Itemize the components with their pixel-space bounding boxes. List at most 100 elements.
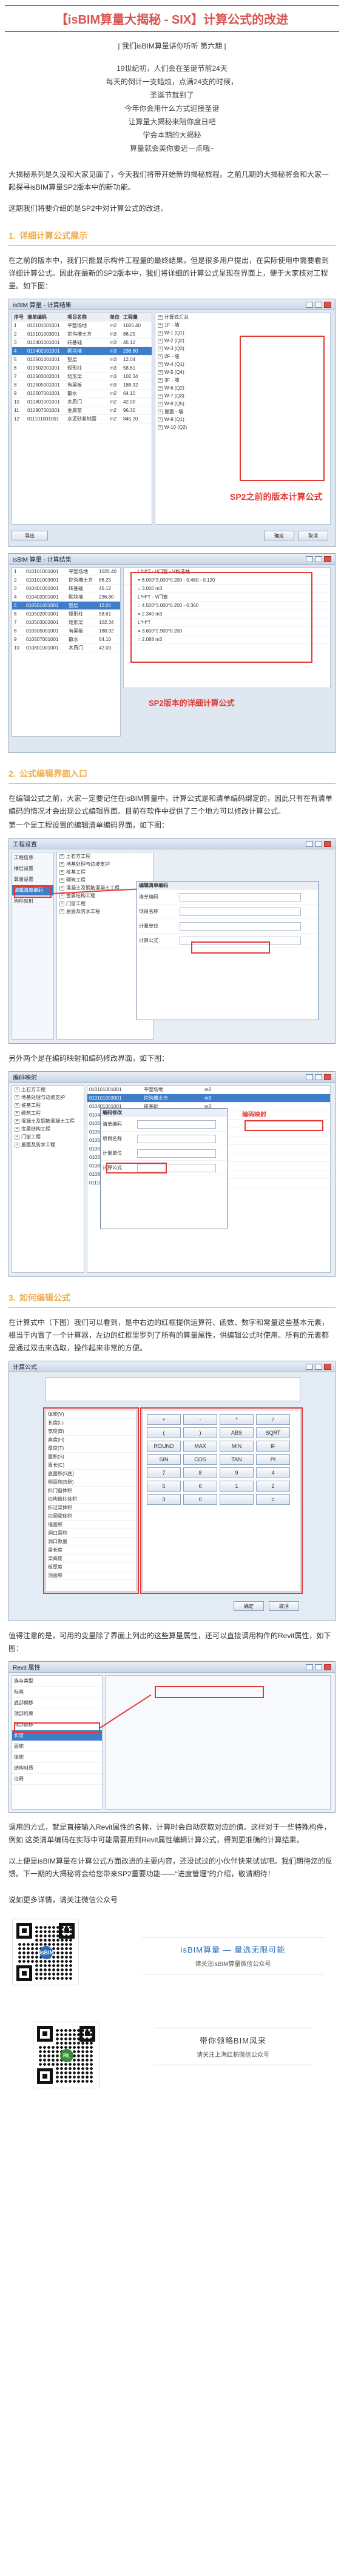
table-row[interactable]: 1 010101001001 平整场地 m2 1025.40 — [12, 322, 152, 330]
table-row[interactable]: 3 010401001001 砖基础 m3 45.12 — [12, 339, 152, 347]
field-input[interactable] — [137, 1120, 216, 1129]
table-row[interactable]: 5 010501001001 垫层 m3 12.04 — [12, 356, 152, 364]
expand-icon[interactable]: + — [15, 1110, 19, 1116]
property-row[interactable]: 顶部约束 — [12, 1708, 102, 1719]
expand-icon[interactable]: + — [158, 338, 163, 344]
tree-item[interactable]: + 计算式汇总 — [155, 313, 330, 321]
expand-icon[interactable]: + — [158, 354, 163, 359]
field-input[interactable] — [180, 921, 301, 931]
expand-icon[interactable]: + — [59, 861, 64, 867]
settings-nav-item[interactable]: 楼层设置 — [12, 863, 53, 874]
expand-icon[interactable]: + — [158, 370, 163, 375]
minimize-icon[interactable] — [306, 1664, 313, 1670]
minimize-icon[interactable] — [306, 1074, 313, 1080]
maximize-icon[interactable] — [315, 1664, 322, 1670]
table-row[interactable]: 010101001001 平整场地 m2 — [87, 1086, 330, 1094]
table-row[interactable]: 6 010502001001 矩形柱 m3 58.61 — [12, 364, 152, 373]
tree-item[interactable]: + 桩基工程 — [12, 1101, 84, 1109]
field-input[interactable] — [137, 1134, 216, 1143]
expand-icon[interactable]: + — [15, 1134, 19, 1140]
expand-icon[interactable]: + — [158, 330, 163, 336]
table-row[interactable]: 7 010503002001 矩形梁 102.34 — [12, 619, 120, 627]
minimize-icon[interactable] — [306, 301, 313, 308]
property-row[interactable]: 结构材质 — [12, 1763, 102, 1774]
close-icon[interactable] — [324, 1074, 331, 1080]
expand-icon[interactable]: + — [158, 425, 163, 430]
table-row[interactable]: 1 010101001001 平整场地 1025.40 — [12, 568, 120, 576]
table-row[interactable]: 010101003001 挖沟槽土方 m3 — [87, 1094, 330, 1103]
close-icon[interactable] — [324, 1664, 331, 1670]
tree-item[interactable]: + 地基处理与边坡支护 — [12, 1094, 84, 1101]
maximize-icon[interactable] — [315, 840, 322, 847]
table-row[interactable]: 3 010401001001 砖基础 45.12 — [12, 585, 120, 593]
table-row[interactable]: 5 010501001001 垫层 12.04 — [12, 602, 120, 610]
expand-icon[interactable]: + — [15, 1103, 19, 1108]
formula-input[interactable] — [46, 1377, 300, 1401]
table-row[interactable]: 6 010502001001 矩形柱 58.61 — [12, 610, 120, 619]
tree-item[interactable]: + 门窗工程 — [12, 1133, 84, 1141]
table-row[interactable]: 7 010503002001 矩形梁 m3 102.34 — [12, 373, 152, 381]
tree-item[interactable]: + 混凝土及钢筋混凝土工程 — [12, 1117, 84, 1125]
table-row[interactable]: 10 010801001001 木质门 42.00 — [12, 644, 120, 652]
table-row[interactable]: 8 010505001001 有梁板 m3 188.92 — [12, 381, 152, 390]
expand-icon[interactable]: + — [158, 314, 163, 320]
expand-icon[interactable]: + — [158, 417, 163, 422]
property-row[interactable]: 面积 — [12, 1741, 102, 1752]
table-row[interactable]: 2 010101003001 挖沟槽土方 86.25 — [12, 576, 120, 585]
table-row[interactable]: 9 010507001001 散水 64.10 — [12, 636, 120, 644]
expand-icon[interactable]: + — [59, 854, 64, 859]
expand-icon[interactable]: + — [15, 1087, 19, 1092]
expand-icon[interactable]: + — [15, 1095, 19, 1100]
expand-icon[interactable]: + — [15, 1118, 19, 1124]
table-row[interactable]: 12 011101001001 水泥砂浆地面 m2 845.20 — [12, 415, 152, 423]
table-row[interactable]: 9 010507001001 散水 m2 64.10 — [12, 390, 152, 398]
tree-item[interactable]: + 土石方工程 — [57, 852, 153, 860]
field-input[interactable] — [180, 907, 301, 916]
expand-icon[interactable]: + — [158, 385, 163, 391]
export-button[interactable]: 导出 — [12, 531, 48, 540]
table-row[interactable]: 8 010505001001 有梁板 188.92 — [12, 627, 120, 636]
field-input[interactable] — [180, 892, 301, 901]
ok-button[interactable]: 确定 — [234, 1601, 264, 1611]
expand-icon[interactable]: + — [158, 401, 163, 407]
expand-icon[interactable]: + — [158, 409, 163, 414]
maximize-icon[interactable] — [315, 1363, 322, 1370]
close-icon[interactable] — [324, 301, 331, 308]
expand-icon[interactable]: + — [158, 322, 163, 328]
expand-icon[interactable]: + — [59, 885, 64, 891]
table-row[interactable]: 2 010101003001 挖沟槽土方 m3 86.25 — [12, 330, 152, 339]
expand-icon[interactable]: + — [158, 393, 163, 399]
minimize-icon[interactable] — [306, 840, 313, 847]
minimize-icon[interactable] — [306, 1363, 313, 1370]
property-row[interactable]: 体积 — [12, 1752, 102, 1763]
property-row[interactable]: 族与类型 — [12, 1676, 102, 1687]
table-row[interactable]: 10 010801001001 木质门 m2 42.00 — [12, 398, 152, 407]
expand-icon[interactable]: + — [15, 1142, 19, 1147]
property-row[interactable]: 注释 — [12, 1774, 102, 1785]
property-row[interactable]: 标高 — [12, 1687, 102, 1698]
close-icon[interactable] — [324, 840, 331, 847]
tree-item[interactable]: + 金属结构工程 — [12, 1125, 84, 1133]
tree-item[interactable]: + 桩基工程 — [57, 868, 153, 876]
tree-item[interactable]: + 屋面及防水工程 — [12, 1141, 84, 1149]
expand-icon[interactable]: + — [15, 1126, 19, 1132]
table-row[interactable]: 11 010807001001 金属窗 m2 96.30 — [12, 407, 152, 415]
close-icon[interactable] — [324, 1363, 331, 1370]
expand-icon[interactable]: + — [158, 346, 163, 351]
close-icon[interactable] — [324, 556, 331, 562]
maximize-icon[interactable] — [315, 301, 322, 308]
cancel-button[interactable]: 取消 — [298, 531, 328, 540]
tree-item[interactable]: + 砌筑工程 — [12, 1109, 84, 1117]
expand-icon[interactable]: + — [59, 909, 64, 914]
settings-nav-item[interactable]: 算量设置 — [12, 874, 53, 885]
cancel-button[interactable]: 取消 — [269, 1601, 299, 1611]
expand-icon[interactable]: + — [158, 362, 163, 367]
field-input[interactable] — [137, 1149, 216, 1158]
tree-item[interactable]: +1F - 墙 — [155, 321, 330, 329]
maximize-icon[interactable] — [315, 556, 322, 562]
maximize-icon[interactable] — [315, 1074, 322, 1080]
table-row[interactable]: 4 010402001001 砌块墙 236.80 — [12, 593, 120, 602]
tree-item[interactable]: + 土石方工程 — [12, 1086, 84, 1094]
expand-icon[interactable]: + — [59, 877, 64, 883]
expand-icon[interactable]: + — [59, 901, 64, 906]
